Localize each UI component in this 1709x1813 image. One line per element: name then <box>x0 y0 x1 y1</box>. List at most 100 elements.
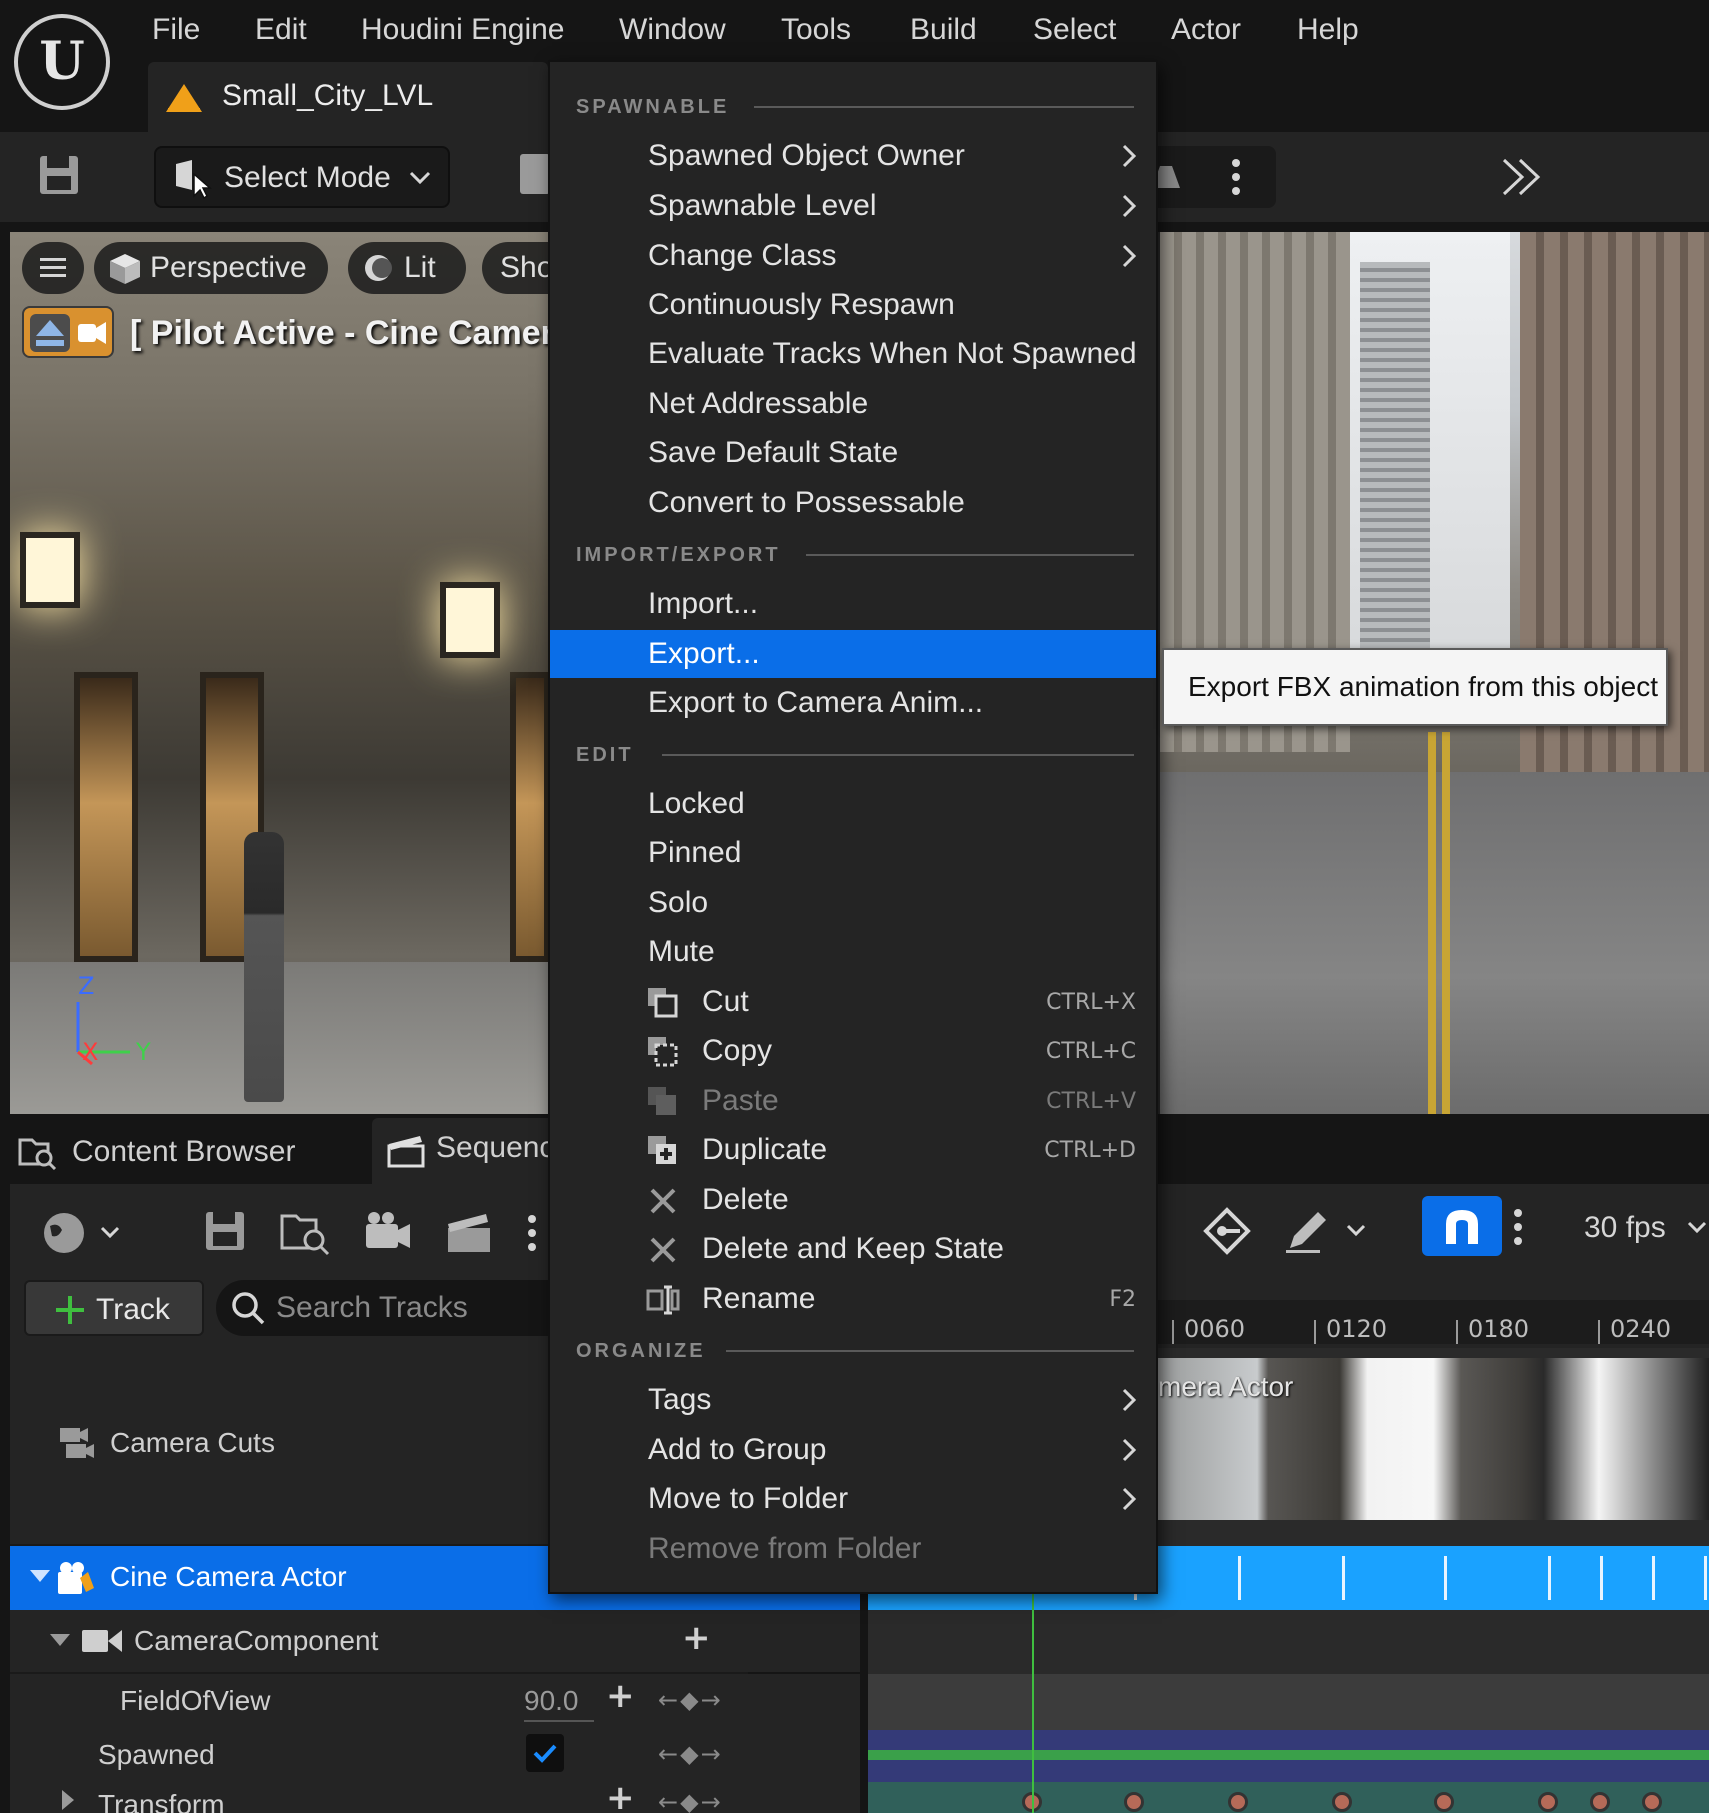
keyframe[interactable] <box>1228 1792 1248 1812</box>
snapping-toggle[interactable] <box>1422 1196 1502 1256</box>
select-mode-dropdown[interactable]: Select Mode <box>154 146 450 208</box>
collapse-triangle-icon[interactable] <box>28 1566 52 1586</box>
show-label: Sho <box>500 251 554 284</box>
menu-item-import[interactable]: Import... <box>550 580 1156 628</box>
menu-houdini-engine[interactable]: Houdini Engine <box>361 10 564 50</box>
menu-item-export[interactable]: Export... <box>550 630 1156 678</box>
keyframe[interactable] <box>1642 1792 1662 1812</box>
menu-item-spawnable-level[interactable]: Spawnable Level <box>550 182 1156 230</box>
key-navigation-icon[interactable]: ←◆→ <box>658 1788 723 1813</box>
track-camera-component[interactable]: CameraComponent + <box>10 1610 860 1672</box>
menu-item-move-to-folder[interactable]: Move to Folder <box>550 1475 1156 1523</box>
menu-item-solo[interactable]: Solo <box>550 879 1156 927</box>
keyframe[interactable] <box>1590 1792 1610 1812</box>
menu-item-save-default-state[interactable]: Save Default State <box>550 429 1156 477</box>
find-in-content-browser-button[interactable] <box>278 1204 334 1260</box>
menu-tools[interactable]: Tools <box>781 10 851 50</box>
menu-item-delete[interactable]: Delete <box>550 1176 1156 1224</box>
menu-actor[interactable]: Actor <box>1171 10 1241 50</box>
menu-edit[interactable]: Edit <box>255 10 307 50</box>
more-options-icon[interactable] <box>1226 154 1246 200</box>
frame-rate-dropdown[interactable]: 30 fps <box>1584 1208 1666 1248</box>
menu-item-duplicate[interactable]: Duplicate CTRL+D <box>550 1126 1156 1174</box>
field-of-view-value[interactable]: 90.0 <box>524 1682 594 1722</box>
duplicate-icon <box>648 1136 676 1164</box>
key-button[interactable] <box>1200 1204 1254 1258</box>
menu-build[interactable]: Build <box>910 10 977 50</box>
menu-item-spawned-object-owner[interactable]: Spawned Object Owner <box>550 132 1156 180</box>
add-track-button[interactable]: Track <box>24 1280 204 1336</box>
toolbar-expand-button[interactable] <box>1490 152 1560 202</box>
save-button[interactable] <box>20 148 98 208</box>
world-dropdown[interactable] <box>40 1208 130 1258</box>
tab-sequencer-label: Sequenc <box>436 1131 555 1164</box>
chevron-right-icon <box>1122 1438 1137 1462</box>
menu-item-net-addressable[interactable]: Net Addressable <box>550 380 1156 428</box>
menu-item-rename[interactable]: Rename F2 <box>550 1275 1156 1323</box>
track-spawned[interactable]: Spawned ←◆→ <box>10 1730 860 1782</box>
menu-item-copy[interactable]: Copy CTRL+C <box>550 1027 1156 1075</box>
menu-item-locked[interactable]: Locked <box>550 780 1156 828</box>
menu-item-mute[interactable]: Mute <box>550 928 1156 976</box>
chevron-right-icon <box>1122 1388 1137 1412</box>
edit-mode-dropdown[interactable] <box>1280 1204 1380 1258</box>
collapse-triangle-icon[interactable] <box>48 1630 72 1650</box>
menu-select[interactable]: Select <box>1033 10 1116 50</box>
add-key-plus-icon[interactable]: + <box>606 1676 635 1716</box>
key-navigation-icon[interactable]: ←◆→ <box>658 1686 723 1714</box>
chevron-down-icon[interactable] <box>1686 1218 1708 1238</box>
create-camera-button[interactable] <box>360 1204 416 1260</box>
section-organize: ORGANIZE <box>576 1340 706 1362</box>
menu-item-tags[interactable]: Tags <box>550 1376 1156 1424</box>
menu-file[interactable]: File <box>152 10 200 50</box>
view-mode-lit-button[interactable]: Lit <box>348 242 466 294</box>
camera-cut-section[interactable]: mera Actor <box>1158 1358 1709 1520</box>
track-field-of-view[interactable]: FieldOfView 90.0 + ←◆→ <box>10 1674 860 1730</box>
keyframe[interactable] <box>1434 1792 1454 1812</box>
spawned-checkbox[interactable] <box>526 1734 564 1772</box>
render-movie-button[interactable] <box>442 1204 498 1260</box>
track-transform[interactable]: Transform + ←◆→ <box>10 1778 860 1813</box>
level-tab[interactable]: Small_City_LVL <box>148 62 548 132</box>
time-ruler[interactable]: 0060 0120 0180 0240 <box>1158 1300 1709 1344</box>
search-tracks-input[interactable] <box>276 1288 566 1328</box>
menu-item-export-to-camera-anim[interactable]: Export to Camera Anim... <box>550 679 1156 727</box>
select-mode-icon <box>176 160 212 200</box>
menu-item-delete-and-keep-state[interactable]: Delete and Keep State <box>550 1225 1156 1273</box>
section-spawnable: SPAWNABLE <box>576 96 730 118</box>
select-mode-label: Select Mode <box>224 161 391 194</box>
unreal-logo-icon[interactable]: U <box>14 14 110 110</box>
menu-item-continuously-respawn[interactable]: Continuously Respawn <box>550 281 1156 329</box>
eject-pilot-button[interactable] <box>22 306 114 358</box>
viewport-options-button[interactable] <box>22 242 84 294</box>
snapping-options[interactable] <box>1508 1204 1528 1250</box>
keyframe[interactable] <box>1124 1792 1144 1812</box>
menu-item-pinned[interactable]: Pinned <box>550 829 1156 877</box>
menu-help[interactable]: Help <box>1297 10 1359 50</box>
add-key-plus-icon[interactable]: + <box>606 1778 635 1813</box>
add-track-label: Track <box>96 1293 170 1326</box>
add-key-plus-icon[interactable]: + <box>682 1618 711 1658</box>
menu-item-add-to-group[interactable]: Add to Group <box>550 1426 1156 1474</box>
transform-timeline-track[interactable] <box>868 1782 1709 1813</box>
modes-icon[interactable] <box>520 154 550 194</box>
save-sequence-button[interactable] <box>200 1204 250 1260</box>
expand-triangle-icon[interactable] <box>58 1788 78 1812</box>
ruler-tick-label: 0060 <box>1184 1315 1246 1343</box>
spawned-timeline-track[interactable] <box>868 1730 1709 1782</box>
menu-item-cut[interactable]: Cut CTRL+X <box>550 978 1156 1026</box>
menu-item-change-class[interactable]: Change Class <box>550 232 1156 280</box>
menu-window[interactable]: Window <box>619 10 726 50</box>
search-tracks-box[interactable] <box>216 1280 576 1336</box>
axis-x-label: X <box>82 1038 99 1066</box>
perspective-view-button[interactable]: Perspective <box>94 242 328 294</box>
sequencer-more-options[interactable] <box>522 1210 542 1256</box>
tab-content-browser[interactable]: Content Browser <box>10 1122 360 1180</box>
keyframe[interactable] <box>1332 1792 1352 1812</box>
pilot-active-banner[interactable]: [ Pilot Active - Cine Camera Ac <box>22 306 624 360</box>
key-navigation-icon[interactable]: ←◆→ <box>658 1740 723 1768</box>
keyframe[interactable] <box>1538 1792 1558 1812</box>
field-of-view-timeline-track[interactable] <box>868 1674 1709 1730</box>
menu-item-evaluate-tracks-when-not-spawned[interactable]: Evaluate Tracks When Not Spawned <box>550 330 1156 378</box>
menu-item-convert-to-possessable[interactable]: Convert to Possessable <box>550 479 1156 527</box>
